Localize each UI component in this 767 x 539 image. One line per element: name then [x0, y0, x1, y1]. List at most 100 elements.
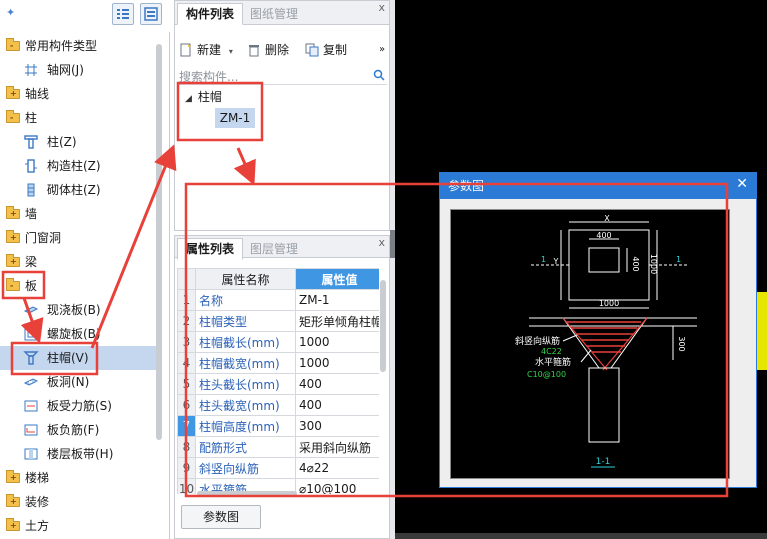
folder-icon[interactable]: +: [6, 518, 20, 531]
tree-category[interactable]: + 装修: [0, 490, 160, 514]
collapse-icon[interactable]: -: [10, 281, 13, 291]
expand-icon[interactable]: +: [10, 497, 17, 507]
folder-icon[interactable]: +: [6, 254, 20, 267]
property-value-cell[interactable]: 1000: [295, 331, 379, 353]
property-value-cell[interactable]: 1000: [295, 352, 379, 374]
tree-category[interactable]: -板: [0, 274, 160, 298]
expand-icon[interactable]: +: [10, 89, 17, 99]
row-number[interactable]: 6: [177, 394, 196, 416]
copy-button-label: 复制: [323, 43, 348, 57]
property-value-cell[interactable]: 400: [295, 373, 379, 395]
table-row[interactable]: 6 柱头截宽(mm) 400: [177, 394, 379, 416]
row-number[interactable]: 2: [177, 310, 196, 332]
row-number[interactable]: 4: [177, 352, 196, 374]
folder-icon[interactable]: +: [6, 230, 20, 243]
close-icon[interactable]: x: [378, 236, 385, 249]
tree-category[interactable]: + 土方: [0, 514, 160, 538]
table-row[interactable]: 4 柱帽截宽(mm) 1000: [177, 352, 379, 374]
row-number[interactable]: 7: [177, 415, 196, 437]
tree-category[interactable]: + 墙: [0, 202, 160, 226]
row-number[interactable]: 9: [177, 457, 196, 479]
table-row[interactable]: 5 柱头截长(mm) 400: [177, 373, 379, 395]
property-value-cell[interactable]: ZM-1: [295, 289, 379, 311]
folder-icon[interactable]: +: [6, 206, 20, 219]
parameter-diagram-button[interactable]: 参数图: [181, 505, 261, 529]
expand-icon[interactable]: +: [10, 209, 17, 219]
slab-rebar-icon: [23, 398, 39, 414]
pin-icon[interactable]: ✦: [6, 6, 22, 22]
folder-icon[interactable]: -: [6, 110, 20, 123]
table-row[interactable]: 9 斜竖向纵筋 4⌀22: [177, 457, 379, 479]
search-input[interactable]: 搜索构件...: [179, 68, 238, 85]
tree-item[interactable]: 柱帽(V): [0, 346, 160, 370]
tree-item[interactable]: 砌体柱(Z): [0, 178, 160, 202]
tree-category[interactable]: + 门窗洞: [0, 226, 160, 250]
collapse-triangle-icon[interactable]: ◢: [185, 89, 192, 109]
tree-scrollbar[interactable]: [156, 44, 162, 440]
table-row[interactable]: 2 柱帽类型 矩形单倾角柱帽: [177, 310, 379, 332]
tab-layer-management[interactable]: 图层管理: [241, 238, 307, 260]
more-button[interactable]: »: [379, 39, 385, 61]
property-value-cell[interactable]: ⌀10@100: [295, 478, 379, 494]
tree-item[interactable]: 楼层板带(H): [0, 442, 160, 466]
list-view-button[interactable]: [112, 3, 134, 25]
collapse-icon[interactable]: -: [10, 41, 13, 51]
folder-icon[interactable]: +: [6, 494, 20, 507]
tab-property-list[interactable]: 属性列表: [177, 238, 244, 260]
tree-category[interactable]: -柱: [0, 106, 160, 130]
table-row[interactable]: 1 名称 ZM-1: [177, 289, 379, 311]
table-row[interactable]: 3 柱帽截长(mm) 1000: [177, 331, 379, 353]
property-value-cell[interactable]: 矩形单倾角柱帽: [295, 310, 379, 332]
tree-item[interactable]: 轴网(J): [0, 58, 160, 82]
folder-icon[interactable]: +: [6, 86, 20, 99]
property-value-cell[interactable]: 采用斜向纵筋: [295, 436, 379, 458]
tree-item[interactable]: 螺旋板(B): [0, 322, 160, 346]
expand-icon[interactable]: +: [10, 233, 17, 243]
component-tree-child[interactable]: ZM-1: [215, 108, 255, 128]
folder-icon[interactable]: -: [6, 278, 20, 291]
property-value-cell[interactable]: 300: [295, 415, 379, 437]
close-icon[interactable]: x: [378, 1, 385, 14]
slant-rebar-value: 4C22: [541, 347, 562, 356]
tree-item[interactable]: 柱(Z): [0, 130, 160, 154]
property-value-cell[interactable]: 4⌀22: [295, 457, 379, 479]
collapse-icon[interactable]: -: [10, 113, 13, 123]
expand-icon[interactable]: +: [10, 257, 17, 267]
tree-item[interactable]: 板受力筋(S): [0, 394, 160, 418]
folder-icon[interactable]: +: [6, 470, 20, 483]
folder-icon[interactable]: -: [6, 38, 20, 51]
table-row[interactable]: 8 配筋形式 采用斜向纵筋: [177, 436, 379, 458]
chevron-down-icon[interactable]: ▾: [229, 47, 233, 56]
delete-button[interactable]: 删除: [247, 39, 289, 61]
table-row[interactable]: 7 柱帽高度(mm) 300: [177, 415, 379, 437]
tree-item[interactable]: 板负筋(F): [0, 418, 160, 442]
component-tree-parent[interactable]: ◢ 柱帽: [185, 87, 222, 107]
card-view-button[interactable]: [140, 3, 162, 25]
search-icon[interactable]: [373, 69, 385, 81]
property-value-cell[interactable]: 400: [295, 394, 379, 416]
property-horizontal-scrollbar[interactable]: [197, 491, 297, 496]
tab-component-list[interactable]: 构件列表: [177, 3, 244, 25]
property-vertical-scrollbar[interactable]: [380, 276, 386, 488]
close-icon[interactable]: ✕: [736, 176, 748, 192]
component-search[interactable]: 搜索构件...: [177, 67, 387, 85]
tree-category[interactable]: - 常用构件类型: [0, 34, 160, 58]
tree-category[interactable]: + 楼梯: [0, 466, 160, 490]
tree-category[interactable]: + 轴线: [0, 82, 160, 106]
expand-icon[interactable]: +: [10, 521, 17, 531]
tree-category[interactable]: + 梁: [0, 250, 160, 274]
tree-item[interactable]: 现浇板(B): [0, 298, 160, 322]
row-number[interactable]: 1: [177, 289, 196, 311]
row-number[interactable]: 10: [177, 478, 196, 494]
tab-drawing-management[interactable]: 图纸管理: [241, 3, 307, 25]
scrollbar-thumb[interactable]: [380, 280, 386, 372]
tree-item[interactable]: 板洞(N): [0, 370, 160, 394]
expand-icon[interactable]: +: [10, 473, 17, 483]
dialog-titlebar[interactable]: 参数图 ✕: [440, 173, 756, 199]
row-number[interactable]: 8: [177, 436, 196, 458]
new-button[interactable]: 新建 ▾: [179, 39, 233, 61]
row-number[interactable]: 5: [177, 373, 196, 395]
tree-item[interactable]: 构造柱(Z): [0, 154, 160, 178]
row-number[interactable]: 3: [177, 331, 196, 353]
copy-button[interactable]: 复制: [305, 39, 347, 61]
